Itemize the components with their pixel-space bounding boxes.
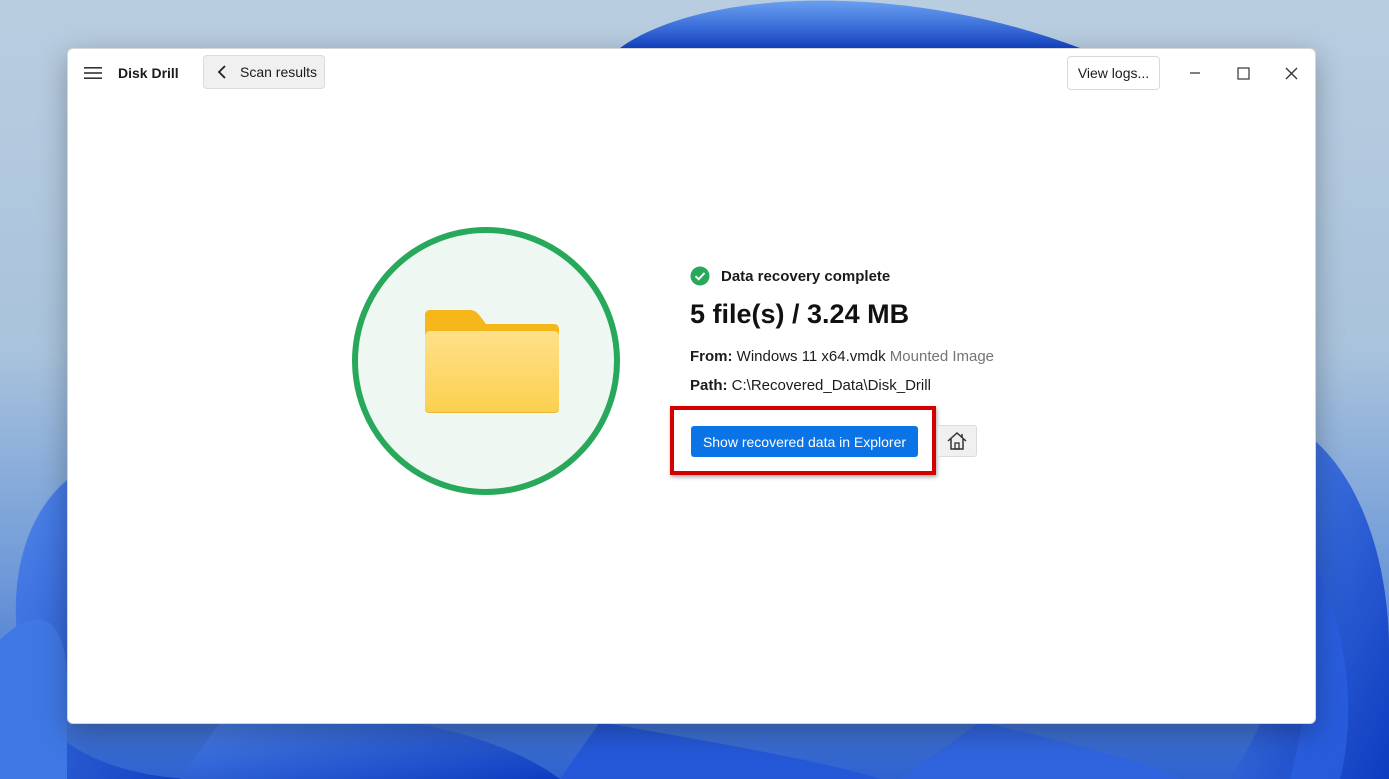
status-text: Data recovery complete <box>721 267 891 285</box>
source-line: From: Windows 11 x64.vmdk Mounted Image <box>690 348 994 365</box>
close-icon[interactable] <box>1276 59 1306 87</box>
recovered-summary: 5 file(s) / 3.24 MB <box>690 299 910 329</box>
back-to-scan-results-button[interactable]: Scan results <box>203 55 325 89</box>
maximize-icon[interactable] <box>1228 59 1258 87</box>
source-type: Mounted Image <box>889 348 995 365</box>
app-window: Disk Drill Scan results View logs... Dat… <box>67 48 1316 724</box>
folder-icon <box>425 310 559 413</box>
path-value: C:\Recovered_Data\Disk_Drill <box>731 377 931 394</box>
recovery-complete-graphic <box>352 227 620 495</box>
source-name: Windows 11 x64.vmdk <box>736 348 886 365</box>
minimize-icon[interactable] <box>1180 59 1210 87</box>
path-label: Path: <box>690 377 728 394</box>
show-in-explorer-button[interactable]: Show recovered data in Explorer <box>691 426 918 457</box>
chevron-left-icon <box>217 65 229 79</box>
title-bar: Disk Drill Scan results View logs... <box>68 49 1315 99</box>
recovery-status: Data recovery complete <box>690 265 890 287</box>
from-label: From: <box>690 348 733 365</box>
back-button-label: Scan results <box>240 64 318 80</box>
home-icon <box>947 431 967 450</box>
view-logs-button[interactable]: View logs... <box>1067 56 1160 90</box>
home-button[interactable] <box>937 425 977 457</box>
path-line: Path: C:\Recovered_Data\Disk_Drill <box>690 377 931 394</box>
check-circle-icon <box>690 266 710 286</box>
app-title: Disk Drill <box>118 65 179 81</box>
hamburger-icon[interactable] <box>82 62 104 84</box>
desktop-background: Disk Drill Scan results View logs... Dat… <box>0 0 1389 779</box>
